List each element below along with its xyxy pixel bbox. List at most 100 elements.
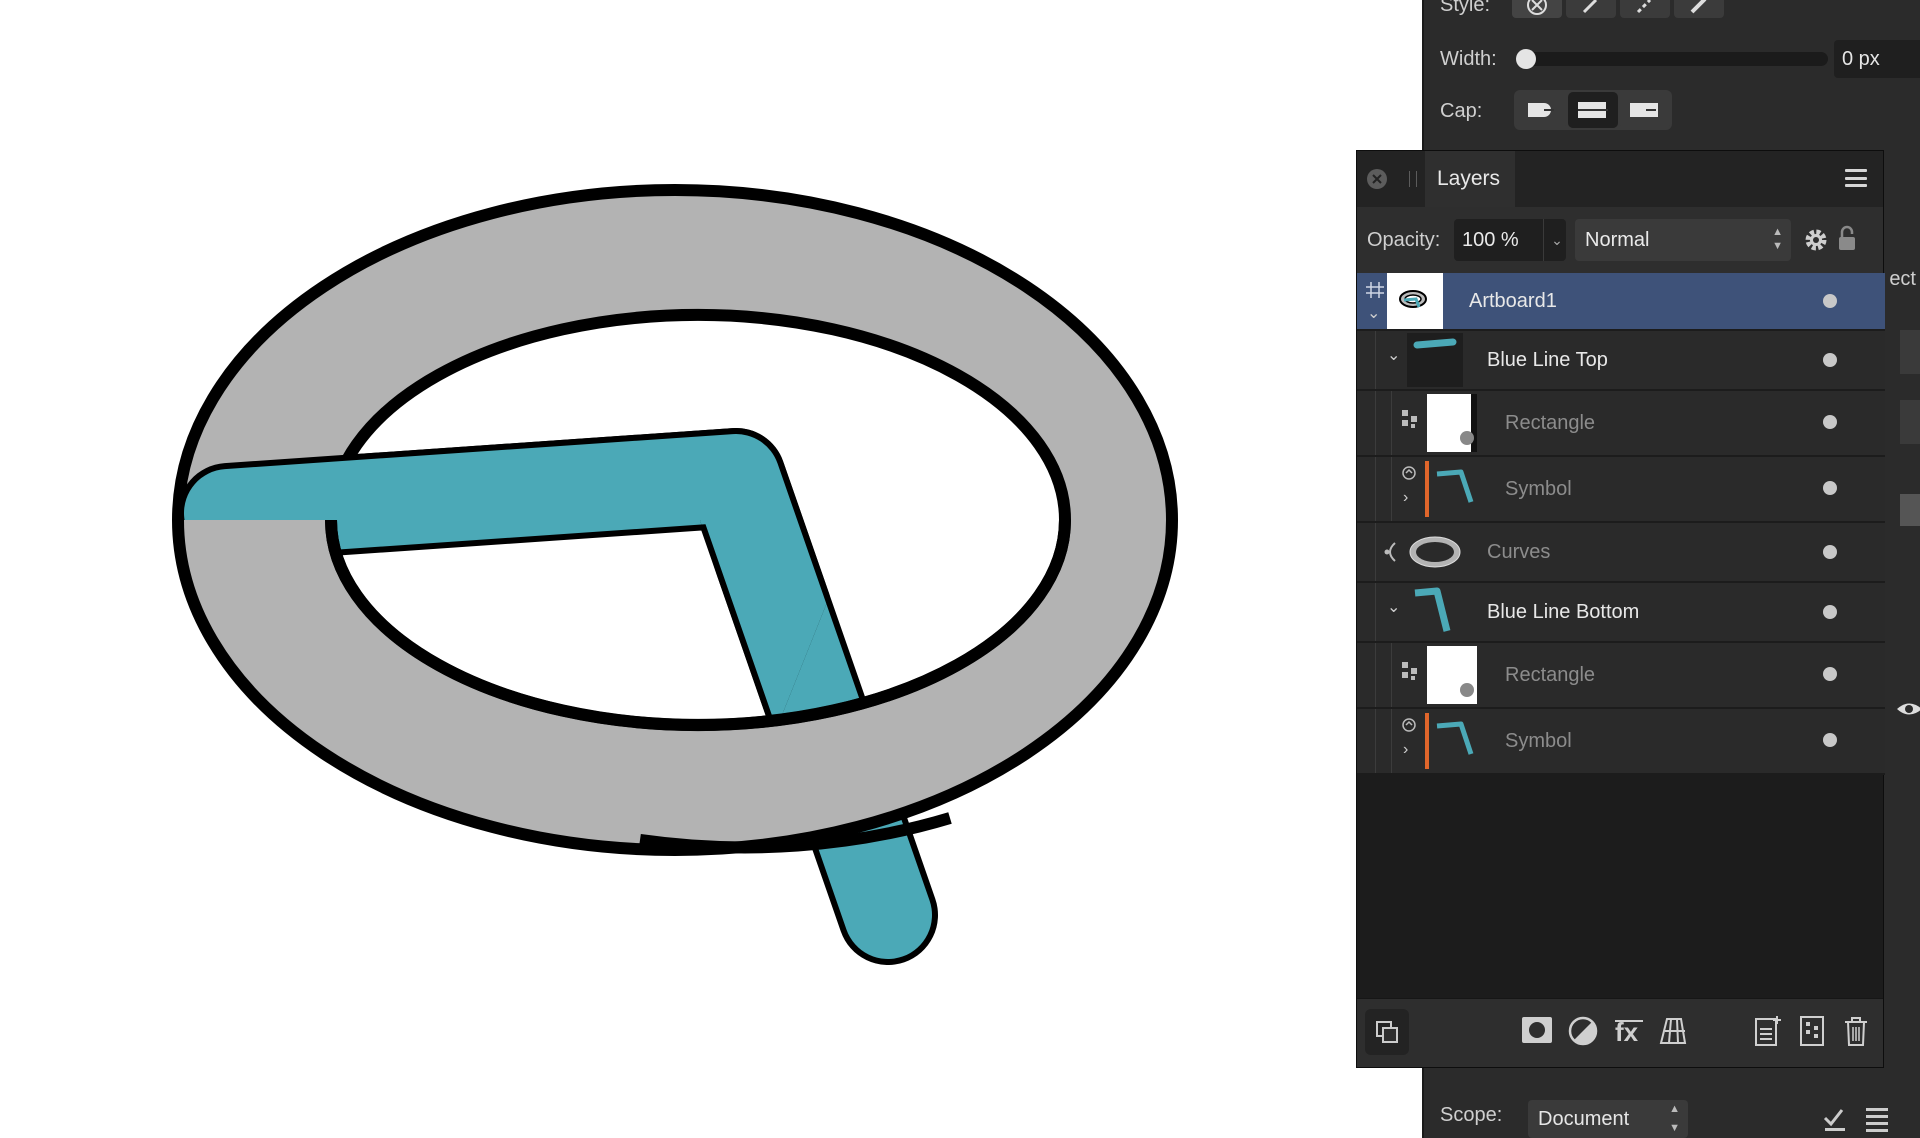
no-stroke-button[interactable] xyxy=(1512,0,1562,18)
lock-icon[interactable] xyxy=(1837,225,1857,253)
layers-titlebar: Layers xyxy=(1357,151,1883,207)
layer-row[interactable]: ⌄ Blue Line Bottom xyxy=(1357,583,1885,643)
layer-row[interactable]: › Symbol xyxy=(1357,709,1885,775)
visibility-dot[interactable] xyxy=(1823,353,1837,367)
eye-icon[interactable] xyxy=(1896,700,1920,718)
mask-icon[interactable] xyxy=(1521,1015,1553,1045)
updown-icon: ▲ ▼ xyxy=(1669,1103,1680,1134)
scope-select[interactable]: Document ▲ ▼ xyxy=(1528,1100,1688,1138)
chevron-down-icon[interactable]: ⌄ xyxy=(1387,597,1400,617)
dash-stroke-button[interactable] xyxy=(1620,0,1670,18)
solid-stroke-button[interactable] xyxy=(1566,0,1616,18)
visibility-dot[interactable] xyxy=(1823,605,1837,619)
layer-thumbnail xyxy=(1427,394,1477,452)
symbol-thumbnail-icon xyxy=(1436,721,1474,755)
symbol-icon xyxy=(1402,718,1416,732)
drag-handle[interactable] xyxy=(1409,171,1417,187)
chevron-down-icon[interactable]: ⌄ xyxy=(1543,219,1570,261)
curves-node-icon xyxy=(1384,542,1396,562)
adjustment-icon[interactable] xyxy=(1567,1015,1599,1047)
opacity-label: Opacity: xyxy=(1367,229,1441,251)
document-canvas[interactable] xyxy=(0,0,1420,1138)
layer-name: Artboard1 xyxy=(1469,290,1557,312)
arrange-layers-button[interactable] xyxy=(1365,1009,1409,1055)
symbol-thumbnail-icon xyxy=(1436,469,1474,503)
mask-layer-icon xyxy=(1402,662,1417,680)
blue-line-thumbnail-icon xyxy=(1413,338,1457,349)
visibility-dot[interactable] xyxy=(1823,481,1837,495)
layer-thumbnail xyxy=(1407,525,1463,579)
visibility-dot[interactable] xyxy=(1823,415,1837,429)
layer-thumbnail xyxy=(1407,333,1463,387)
layer-row[interactable]: › Symbol xyxy=(1357,457,1885,523)
close-icon xyxy=(1372,174,1382,184)
square-cap-icon xyxy=(1630,103,1658,117)
round-cap-icon xyxy=(1528,103,1554,117)
layer-name: Symbol xyxy=(1505,730,1572,752)
partial-field[interactable] xyxy=(1900,494,1920,526)
round-cap-button[interactable] xyxy=(1516,92,1566,128)
check-list-icon[interactable] xyxy=(1822,1104,1848,1134)
arrange-layers-icon xyxy=(1376,1021,1398,1043)
curves-thumbnail-icon xyxy=(1409,536,1461,568)
layer-name: Rectangle xyxy=(1505,664,1596,686)
artboard-thumbnail-icon xyxy=(1399,290,1427,308)
chevron-right-icon[interactable]: › xyxy=(1403,741,1408,759)
blend-mode-select[interactable]: Normal ▲ ▼ xyxy=(1575,219,1791,261)
mask-layer-icon xyxy=(1402,410,1417,428)
layers-list: ⌄ Artboard1 ⌄ Blue Line Top Rectangle › … xyxy=(1357,273,1885,775)
layer-name: Blue Line Top xyxy=(1487,349,1608,371)
style-buttons xyxy=(1512,0,1724,18)
scope-value: Document xyxy=(1538,1108,1630,1130)
layer-thumbnail xyxy=(1407,585,1463,639)
visibility-dot[interactable] xyxy=(1823,545,1837,559)
layer-row[interactable]: Rectangle xyxy=(1357,391,1885,457)
butt-cap-icon xyxy=(1578,102,1608,118)
dashed-line-icon xyxy=(1636,0,1652,14)
add-layer-icon[interactable] xyxy=(1753,1015,1783,1047)
brush-stroke-button[interactable] xyxy=(1674,0,1724,18)
layer-row[interactable]: ⌄ Artboard1 xyxy=(1357,273,1885,331)
visibility-dot[interactable] xyxy=(1823,667,1837,681)
pen-icon xyxy=(1582,0,1598,14)
blue-line-thumbnail-icon xyxy=(1414,587,1451,632)
layer-row[interactable]: Curves xyxy=(1357,523,1885,583)
layers-toolbar: Opacity: 100 % ⌄ Normal ▲ ▼ xyxy=(1357,207,1883,273)
gear-icon[interactable] xyxy=(1803,227,1829,253)
square-cap-button[interactable] xyxy=(1620,92,1670,128)
width-slider-track[interactable] xyxy=(1516,52,1828,66)
chevron-down-icon[interactable]: ⌄ xyxy=(1367,303,1380,323)
layer-row[interactable]: Rectangle xyxy=(1357,643,1885,709)
width-input[interactable]: 0 px xyxy=(1834,40,1920,78)
rectangle-thumbnail-icon xyxy=(1460,683,1474,697)
partial-button[interactable] xyxy=(1900,400,1920,444)
list-icon[interactable] xyxy=(1864,1104,1890,1134)
layer-thumbnail xyxy=(1387,273,1443,329)
layer-thumbnail xyxy=(1431,712,1481,770)
chevron-down-icon[interactable]: ⌄ xyxy=(1387,345,1400,365)
scope-label: Scope: xyxy=(1440,1104,1503,1126)
close-button[interactable] xyxy=(1367,169,1387,189)
symbol-icon xyxy=(1402,466,1416,480)
panel-menu-icon[interactable] xyxy=(1845,169,1867,187)
style-label: Style: xyxy=(1440,0,1491,16)
layers-footer: fx xyxy=(1357,998,1883,1067)
visibility-dot[interactable] xyxy=(1823,733,1837,747)
brush-icon xyxy=(1690,0,1707,14)
layer-name: Symbol xyxy=(1505,478,1572,500)
live-filter-icon[interactable] xyxy=(1657,1015,1689,1047)
layer-thumbnail xyxy=(1427,646,1477,704)
chevron-right-icon[interactable]: › xyxy=(1403,489,1408,507)
butt-cap-button[interactable] xyxy=(1568,92,1618,128)
visibility-dot[interactable] xyxy=(1823,294,1837,308)
tab-layers[interactable]: Layers xyxy=(1425,151,1515,207)
rectangle-thumbnail-icon xyxy=(1460,394,1477,452)
width-slider-knob[interactable] xyxy=(1516,49,1536,69)
layer-row[interactable]: ⌄ Blue Line Top xyxy=(1357,331,1885,391)
fx-icon[interactable]: fx xyxy=(1613,1015,1645,1047)
add-pixel-layer-icon[interactable] xyxy=(1799,1015,1825,1047)
trash-icon[interactable] xyxy=(1843,1015,1869,1047)
artwork xyxy=(171,184,1179,965)
partial-button[interactable] xyxy=(1900,330,1920,374)
no-stroke-icon xyxy=(1527,0,1547,15)
